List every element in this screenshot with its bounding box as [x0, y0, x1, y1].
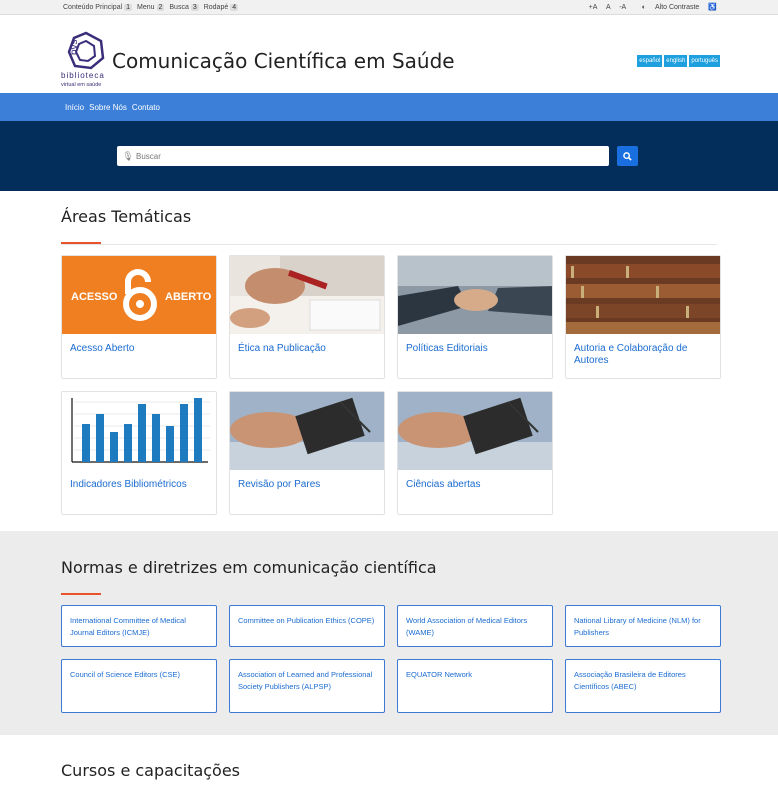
font-controls: +A A -A ◐ Alto Contraste ♿	[582, 3, 717, 11]
svg-text:ACESSO: ACESSO	[71, 291, 118, 303]
normas-grid: International Committee of Medical Journ…	[61, 605, 721, 713]
font-normal-button[interactable]: A	[606, 4, 610, 11]
norma-link-alpsp[interactable]: Association of Learned and Professional …	[229, 659, 385, 713]
skip-link-menu[interactable]: Menu 2	[137, 3, 167, 11]
site-header: bvs biblioteca virtual em saúde Comunica…	[0, 15, 778, 93]
tablet-photo-2	[398, 392, 552, 470]
lang-en[interactable]: english	[664, 55, 688, 67]
svg-text:bvs: bvs	[69, 39, 80, 55]
norma-link-cope[interactable]: Committee on Publication Ethics (COPE)	[229, 605, 385, 647]
search-banner: 🎙 Buscar	[0, 121, 778, 191]
skip-links: Conteúdo Principal 1 Menu 2 Busca 3 Rodapé 4	[63, 3, 241, 11]
ethics-photo	[230, 256, 384, 334]
font-increase-button[interactable]: +A	[589, 4, 597, 11]
norma-link-icmje[interactable]: International Committee of Medical Journ…	[61, 605, 217, 647]
search-icon	[623, 151, 632, 161]
norma-link-cse[interactable]: Council of Science Editors (CSE)	[61, 659, 217, 713]
norma-link-nlm[interactable]: National Library of Medicine (NLM) for P…	[565, 605, 721, 647]
nav-inicio[interactable]: Início	[65, 103, 84, 112]
nav-sobre[interactable]: Sobre Nós	[89, 103, 127, 112]
area-card-revisao[interactable]: Revisão por Pares	[229, 391, 385, 515]
bar-chart-illustration	[62, 392, 216, 470]
section-title: Normas e diretrizes em comunicação cient…	[61, 558, 437, 577]
accessibility-icon[interactable]: ♿	[708, 4, 717, 11]
area-card-acesso-aberto[interactable]: ACESSO ABERTO Acesso Aberto	[61, 255, 217, 379]
site-title: Comunicação Científica em Saúde	[112, 49, 455, 73]
main-nav: Início Sobre Nós Contato	[0, 93, 778, 121]
bvs-logo[interactable]: bvs biblioteca virtual em saúde	[61, 30, 107, 94]
lang-es[interactable]: español	[637, 55, 663, 67]
open-access-image: ACESSO ABERTO	[62, 256, 216, 334]
lang-pt[interactable]: português	[689, 55, 720, 67]
section-title: Cursos e capacitações	[61, 761, 241, 780]
library-photo	[566, 256, 720, 334]
normas-section: Normas e diretrizes em comunicação cient…	[0, 531, 778, 735]
areas-grid: ACESSO ABERTO Acesso Aberto Ética na Pub…	[61, 255, 721, 515]
search-button[interactable]	[617, 146, 638, 166]
microphone-icon[interactable]: 🎙	[121, 151, 135, 162]
skip-link-footer[interactable]: Rodapé 4	[204, 3, 241, 11]
skip-link-content[interactable]: Conteúdo Principal 1	[63, 3, 135, 11]
area-card-indicadores[interactable]: Indicadores Bibliométricos	[61, 391, 217, 515]
font-decrease-button[interactable]: -A	[619, 4, 626, 11]
area-card-politicas[interactable]: Políticas Editoriais	[397, 255, 553, 379]
norma-link-wame[interactable]: World Association of Medical Editors (WA…	[397, 605, 553, 647]
skip-link-search[interactable]: Busca 3	[169, 3, 201, 11]
area-card-etica[interactable]: Ética na Publicação	[229, 255, 385, 379]
search-input[interactable]: 🎙 Buscar	[117, 146, 609, 166]
nav-contato[interactable]: Contato	[132, 103, 160, 112]
tablet-photo	[230, 392, 384, 470]
handshake-photo	[398, 256, 552, 334]
language-switcher: español english português	[637, 55, 720, 67]
contrast-icon: ◐	[641, 4, 647, 11]
cursos-section: Cursos e capacitações	[0, 735, 778, 789]
area-card-ciencias-abertas[interactable]: Ciências abertas	[397, 391, 553, 515]
norma-link-equator[interactable]: EQUATOR Network	[397, 659, 553, 713]
area-card-autoria[interactable]: Autoria e Colaboração de Autores	[565, 255, 721, 379]
svg-text:ABERTO: ABERTO	[165, 291, 212, 303]
section-title: Áreas Temáticas	[61, 207, 192, 226]
title-underline	[61, 593, 101, 595]
accessibility-bar: Conteúdo Principal 1 Menu 2 Busca 3 Rodapé 4…	[0, 0, 778, 15]
areas-section: Áreas Temáticas ACESSO ABERTO Acesso Abe…	[0, 191, 778, 515]
contrast-toggle[interactable]: ◐ Alto Contraste	[635, 4, 700, 11]
norma-link-abec[interactable]: Associação Brasileira de Editores Cientí…	[565, 659, 721, 713]
